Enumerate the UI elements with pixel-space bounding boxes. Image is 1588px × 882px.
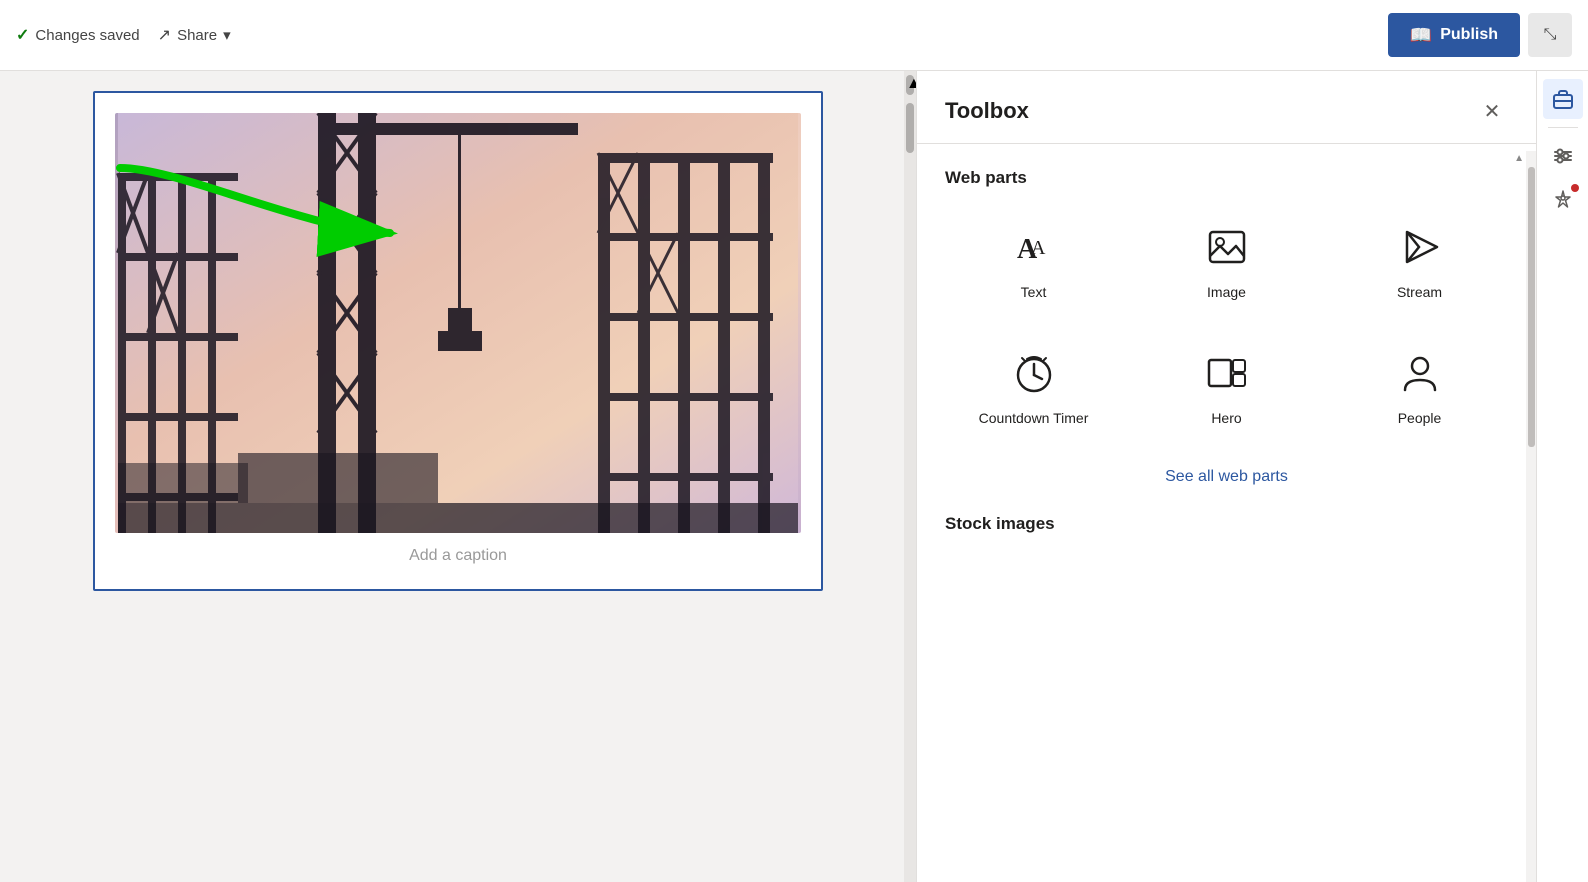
hero-icon (1206, 352, 1248, 400)
image-block[interactable]: Add a caption (93, 91, 823, 591)
see-all-web-parts-link[interactable]: See all web parts (945, 468, 1508, 486)
settings-icon (1552, 145, 1574, 167)
share-button[interactable]: ↗ Share ▾ (148, 19, 241, 51)
hero-label: Hero (1211, 410, 1241, 426)
check-icon: ✓ (16, 25, 29, 45)
crane-scene-svg (115, 113, 801, 533)
people-label: People (1398, 410, 1442, 426)
image-container (115, 113, 801, 533)
changes-saved-text: Changes saved (35, 27, 139, 44)
stream-icon (1399, 226, 1441, 274)
countdown-label: Countdown Timer (979, 410, 1089, 426)
changes-saved-indicator: ✓ Changes saved (16, 25, 140, 45)
publish-book-icon: 📖 (1410, 25, 1432, 46)
top-bar: ✓ Changes saved ↗ Share ▾ 📖 Publish ⤡ (0, 0, 1588, 71)
toolbox-title: Toolbox (945, 98, 1029, 124)
web-parts-section-title: Web parts (945, 168, 1508, 188)
image-caption[interactable]: Add a caption (115, 533, 801, 569)
publish-label: Publish (1440, 26, 1498, 44)
text-icon: A A (1013, 226, 1055, 274)
web-part-hero[interactable]: Hero (1138, 334, 1315, 444)
web-part-text[interactable]: A A Text (945, 208, 1122, 318)
share-label: Share (177, 27, 217, 44)
toolbox-header: Toolbox ✕ (917, 71, 1536, 144)
image-label: Image (1207, 284, 1246, 300)
toolbox-panel: ▲ Toolbox ✕ Web parts A A Text (916, 71, 1536, 882)
stock-images-title: Stock images (945, 514, 1508, 534)
people-icon (1399, 352, 1441, 400)
toolbox-sidebar-button[interactable] (1543, 79, 1583, 119)
publish-button[interactable]: 📖 Publish (1388, 13, 1520, 57)
collapse-button[interactable]: ⤡ (1528, 13, 1572, 57)
toolbox-body[interactable]: Web parts A A Text (917, 144, 1536, 882)
web-part-stream[interactable]: Stream (1331, 208, 1508, 318)
image-icon (1206, 226, 1248, 274)
countdown-icon (1013, 352, 1055, 400)
share-chevron-icon: ▾ (223, 26, 231, 44)
settings-sidebar-button[interactable] (1543, 136, 1583, 176)
close-icon: ✕ (1484, 99, 1501, 124)
web-part-people[interactable]: People (1331, 334, 1508, 444)
top-bar-status: ✓ Changes saved ↗ Share ▾ (16, 19, 241, 51)
web-parts-grid: A A Text Image (945, 208, 1508, 444)
canvas-area[interactable]: ▲ (0, 71, 916, 882)
right-sidebar (1536, 71, 1588, 882)
ai-sparkle-icon (1552, 189, 1574, 211)
share-icon: ↗ (158, 25, 171, 45)
svg-text:A: A (1031, 237, 1046, 259)
web-part-countdown[interactable]: Countdown Timer (945, 334, 1122, 444)
toolbox-close-button[interactable]: ✕ (1476, 95, 1508, 127)
notification-dot (1571, 184, 1579, 192)
ai-sidebar-button[interactable] (1543, 180, 1583, 220)
collapse-icon: ⤡ (1544, 26, 1557, 44)
stream-label: Stream (1397, 284, 1442, 300)
sidebar-divider-1 (1548, 127, 1578, 128)
main-content: ▲ (0, 71, 1588, 882)
briefcase-icon (1552, 88, 1574, 110)
web-part-image[interactable]: Image (1138, 208, 1315, 318)
text-label: Text (1021, 284, 1047, 300)
